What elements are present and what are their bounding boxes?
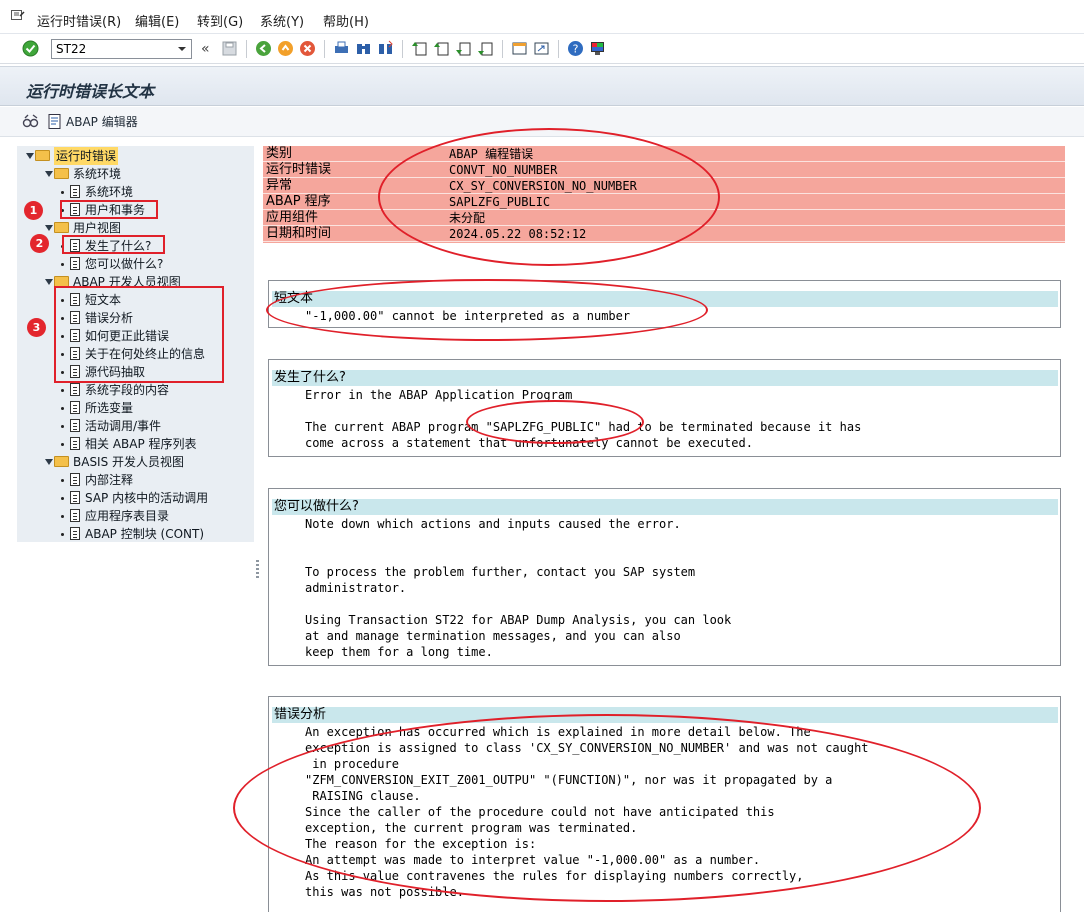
cancel-icon[interactable] [299, 40, 316, 57]
menu-runtime-error[interactable]: 运行时错误(R) [37, 11, 121, 30]
first-page-icon[interactable] [411, 40, 428, 57]
print-icon[interactable] [333, 40, 350, 57]
section-title: 您可以做什么? [272, 499, 1058, 515]
previous-page-icon[interactable] [433, 40, 450, 57]
text-line: at and manage termination messages, and … [305, 629, 681, 643]
folder-open-icon [54, 168, 69, 179]
text-line: Note down which actions and inputs cause… [305, 517, 681, 531]
abap-editor-button[interactable]: ABAP 编辑器 [66, 113, 138, 130]
document-icon [70, 185, 80, 198]
shortcut-icon[interactable] [533, 40, 550, 57]
help-icon[interactable]: ? [567, 40, 584, 57]
debugger-icon[interactable] [22, 113, 40, 130]
annotation-box-what-happened [62, 235, 165, 254]
expand-arrow-icon[interactable] [45, 171, 53, 177]
back-chevron-icon[interactable]: « [201, 41, 210, 57]
section-what-happened: 发生了什么? Error in the ABAP Application Pro… [268, 359, 1061, 457]
expand-arrow-icon[interactable] [45, 459, 53, 465]
toolbar-separator [402, 40, 403, 58]
menu-goto[interactable]: 转到(G) [197, 11, 243, 30]
section-what-can-do: 您可以做什么? Note down which actions and inpu… [268, 488, 1061, 666]
document-icon [70, 491, 80, 504]
annotation-ellipse-error-analysis [233, 714, 981, 902]
annotation-badge-1: 1 [24, 201, 43, 220]
find-icon[interactable] [355, 40, 372, 57]
annotation-badge-2: 2 [30, 234, 49, 253]
menu-system[interactable]: 系统(Y) [260, 11, 304, 30]
folder-open-icon [35, 150, 50, 161]
text-line: Using Transaction ST22 for ABAP Dump Ana… [305, 613, 732, 627]
text-line: administrator. [305, 581, 407, 595]
document-icon [70, 419, 80, 432]
annotation-box-user-transaction [60, 200, 158, 219]
app-menu-icon[interactable] [11, 9, 25, 21]
back-icon[interactable] [255, 40, 272, 57]
svg-text:?: ? [573, 43, 579, 56]
annotation-badge-3: 3 [27, 318, 46, 337]
document-icon [70, 473, 80, 486]
create-session-icon[interactable] [511, 40, 528, 57]
folder-open-icon [54, 222, 69, 233]
annotation-box-abap-dev-items [54, 286, 224, 383]
abap-editor-icon[interactable] [46, 113, 63, 130]
chevron-down-icon[interactable] [173, 40, 191, 58]
document-icon [70, 509, 80, 522]
find-next-icon[interactable] [377, 40, 394, 57]
annotation-ellipse-header [378, 128, 720, 266]
save-icon[interactable] [221, 40, 238, 57]
document-icon [70, 383, 80, 396]
page-title: 运行时错误长文本 [26, 82, 155, 101]
expand-arrow-icon[interactable] [45, 225, 53, 231]
exit-icon[interactable] [277, 40, 294, 57]
text-line: To process the problem further, contact … [305, 565, 696, 579]
toolbar-separator [324, 40, 325, 58]
title-bar: 运行时错误长文本 [0, 66, 1084, 106]
enter-check-icon[interactable] [22, 40, 39, 57]
expand-arrow-icon[interactable] [26, 153, 34, 159]
annotation-ellipse-short-text [266, 279, 708, 341]
menu-edit[interactable]: 编辑(E) [135, 11, 179, 30]
toolbar-separator [246, 40, 247, 58]
document-icon [70, 257, 80, 270]
expand-arrow-icon[interactable] [45, 279, 53, 285]
last-page-icon[interactable] [477, 40, 494, 57]
toolbar-separator [502, 40, 503, 58]
menu-help[interactable]: 帮助(H) [323, 11, 369, 30]
annotation-ellipse-program-name [466, 400, 644, 444]
text-line: keep them for a long time. [305, 645, 493, 659]
document-icon [70, 437, 80, 450]
next-page-icon[interactable] [455, 40, 472, 57]
document-icon [70, 527, 80, 540]
menu-bar: 运行时错误(R) 编辑(E) 转到(G) 系统(Y) 帮助(H) [0, 0, 1084, 34]
section-title: 发生了什么? [272, 370, 1058, 386]
standard-toolbar: ST22 « ? [0, 34, 1084, 64]
layout-menu-icon[interactable] [589, 40, 606, 57]
toolbar-separator [558, 40, 559, 58]
command-field[interactable]: ST22 [51, 39, 192, 59]
folder-open-icon [54, 456, 69, 467]
document-icon [70, 401, 80, 414]
